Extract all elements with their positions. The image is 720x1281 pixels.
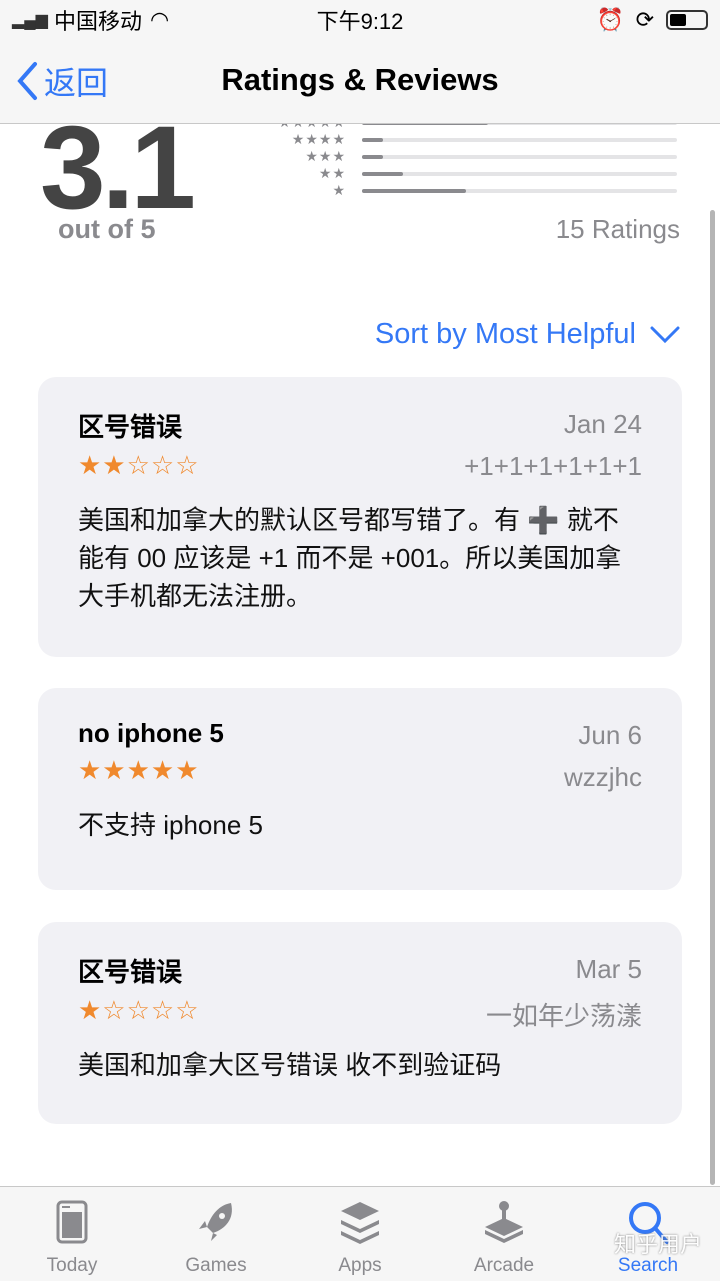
distribution-row: ★ <box>250 182 677 199</box>
row-stars: ★★★ <box>305 148 346 164</box>
bar-track <box>362 188 677 193</box>
review-body: 美国和加拿大的默认区号都写错了。有 ➕ 就不能有 00 应该是 +1 而不是 +… <box>78 505 622 611</box>
tab-today[interactable]: Today <box>0 1187 144 1281</box>
watermark: 知乎用户 <box>613 1232 702 1257</box>
joystick-icon <box>485 1201 523 1243</box>
row-stars: ★★★★ <box>291 131 346 147</box>
review-card[interactable]: no iphone 5 Jun 6 wzzjhc ★★★★★ 不支持 iphon… <box>38 688 682 890</box>
out-of-label: out of 5 <box>58 214 156 244</box>
bar-fill <box>362 171 403 176</box>
tab-label: Games <box>185 1255 247 1276</box>
review-date: Mar 5 <box>575 954 642 984</box>
distribution-row: ★★ <box>250 165 677 182</box>
tab-bar: Today Games Apps Arcade Search <box>0 1186 720 1281</box>
sort-button[interactable]: Sort by Most Helpful <box>375 318 680 351</box>
nav-bar: 返回 Ratings & Reviews <box>0 40 720 124</box>
review-stars: ★★★★★ <box>78 755 200 785</box>
bar-fill <box>362 154 384 159</box>
tab-arcade[interactable]: Arcade <box>432 1187 576 1281</box>
tab-games[interactable]: Games <box>144 1187 288 1281</box>
review-date: Jan 24 <box>563 409 642 439</box>
tab-label: Apps <box>338 1255 382 1276</box>
review-author: +1+1+1+1+1+1 <box>464 451 642 481</box>
review-author: wzzjhc <box>563 762 642 792</box>
bar-fill <box>362 188 466 193</box>
page-title: Ratings & Reviews <box>221 62 499 97</box>
review-title: no iphone 5 <box>78 718 224 748</box>
row-stars: ★★ <box>318 165 346 181</box>
distribution-row: ★★★★ <box>250 131 677 148</box>
review-date: Jun 6 <box>578 720 642 750</box>
bar-track <box>362 137 677 142</box>
ratings-summary: 3.1 out of 5 ★★★★★★★★★★★★★★★ 15 Ratings <box>0 100 720 260</box>
rotation-lock-icon: ⟳ <box>635 7 654 32</box>
review-card[interactable]: 区号错误 Jan 24 +1+1+1+1+1+1 ★★☆☆☆ 美国和加拿大的默认… <box>38 377 682 657</box>
rating-distribution: ★★★★★★★★★★★★★★★ <box>250 114 677 199</box>
scrollbar[interactable] <box>710 210 715 1185</box>
tab-label: Arcade <box>473 1255 535 1276</box>
review-title: 区号错误 <box>78 957 183 987</box>
battery-icon <box>666 10 708 30</box>
rocket-icon <box>199 1203 232 1241</box>
today-icon <box>56 1200 88 1244</box>
review-card[interactable]: 区号错误 Mar 5 一如年少荡漾 ★☆☆☆☆ 美国和加拿大区号错误 收不到验证… <box>38 922 682 1124</box>
review-body: 不支持 iphone 5 <box>78 810 263 840</box>
status-bar: ▂▄▆ 中国移动 ◠ 下午9:12 ⏰ ⟳ <box>0 0 720 40</box>
row-stars: ★ <box>332 182 346 198</box>
bar-fill <box>362 137 384 142</box>
tab-apps[interactable]: Apps <box>288 1187 432 1281</box>
bar-track <box>362 171 677 176</box>
sort-label: Sort by Most Helpful <box>374 318 636 350</box>
chevron-down-icon <box>650 326 680 343</box>
distribution-row: ★★★ <box>250 148 677 165</box>
review-title: 区号错误 <box>78 412 183 442</box>
tab-label: Today <box>46 1255 98 1276</box>
apps-stack-icon <box>341 1202 379 1244</box>
bar-track <box>362 154 677 159</box>
review-body: 美国和加拿大区号错误 收不到验证码 <box>78 1050 502 1080</box>
ratings-count: 15 Ratings <box>555 214 680 244</box>
review-author: 一如年少荡漾 <box>485 1001 642 1031</box>
alarm-icon: ⏰ <box>596 7 624 32</box>
